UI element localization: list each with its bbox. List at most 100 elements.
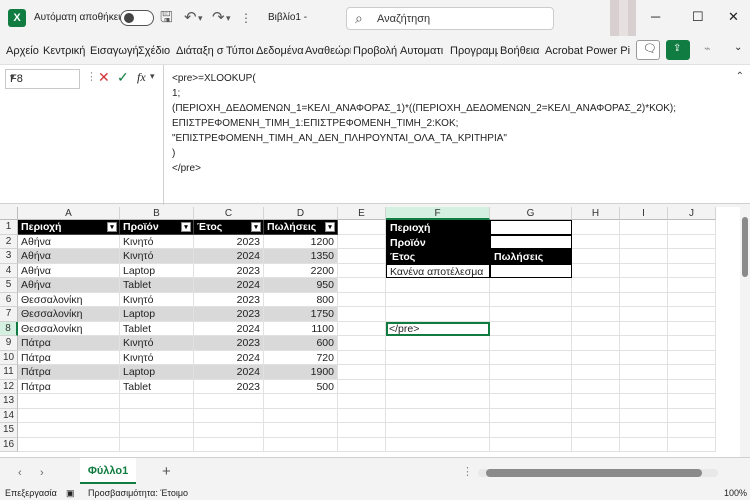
- cell[interactable]: [668, 437, 716, 452]
- cell[interactable]: [338, 365, 386, 380]
- cell[interactable]: [490, 437, 572, 452]
- row-header-10[interactable]: 10: [0, 350, 18, 365]
- cell[interactable]: [490, 307, 572, 322]
- row-header-14[interactable]: 14: [0, 408, 18, 423]
- column-header-i[interactable]: I: [620, 207, 668, 220]
- row-header-9[interactable]: 9: [0, 336, 18, 351]
- cell[interactable]: [386, 292, 490, 307]
- cell[interactable]: [18, 394, 120, 409]
- table-cell[interactable]: Κινητό: [120, 292, 194, 307]
- criteria-label-region[interactable]: Περιοχή: [386, 220, 490, 235]
- cell[interactable]: [264, 408, 338, 423]
- cell[interactable]: [264, 423, 338, 438]
- cell[interactable]: [338, 278, 386, 293]
- table-cell[interactable]: Πάτρα: [18, 336, 120, 351]
- column-header-g[interactable]: G: [490, 207, 572, 220]
- active-cell-f8[interactable]: </pre>: [386, 321, 490, 336]
- cell[interactable]: [338, 292, 386, 307]
- comments-button[interactable]: 🗨: [636, 40, 660, 60]
- table-cell[interactable]: Tablet: [120, 321, 194, 336]
- cell[interactable]: [668, 321, 716, 336]
- cell[interactable]: [620, 437, 668, 452]
- cell[interactable]: [386, 423, 490, 438]
- accessibility-status[interactable]: Προσβασιμότητα: Έτοιμο: [88, 488, 188, 498]
- cell[interactable]: [386, 365, 490, 380]
- cell[interactable]: [620, 336, 668, 351]
- row-header-7[interactable]: 7: [0, 307, 18, 322]
- column-header-f[interactable]: F: [386, 207, 490, 220]
- cell[interactable]: [120, 408, 194, 423]
- menu-developer[interactable]: Προγραμμ: [450, 45, 498, 57]
- cell[interactable]: [338, 423, 386, 438]
- cell[interactable]: [572, 336, 620, 351]
- menu-help[interactable]: Βοήθεια: [500, 45, 539, 57]
- save-icon[interactable]: 🖫: [160, 8, 173, 28]
- cell[interactable]: [668, 220, 716, 235]
- cell[interactable]: [338, 321, 386, 336]
- cell[interactable]: [120, 437, 194, 452]
- table-cell[interactable]: Κινητό: [120, 336, 194, 351]
- table-cell[interactable]: Αθήνα: [18, 263, 120, 278]
- cell[interactable]: [620, 365, 668, 380]
- cell[interactable]: [490, 423, 572, 438]
- menu-insert[interactable]: Εισαγωγή: [90, 45, 139, 57]
- cell[interactable]: [120, 394, 194, 409]
- cell[interactable]: [620, 278, 668, 293]
- cell[interactable]: [572, 234, 620, 249]
- cell[interactable]: [490, 379, 572, 394]
- table-cell[interactable]: Θεσσαλονίκη: [18, 321, 120, 336]
- criteria-label-product[interactable]: Προϊόν: [386, 234, 490, 249]
- result-header-year[interactable]: Έτος: [386, 249, 490, 264]
- menu-automate[interactable]: Αυτοματι: [400, 45, 448, 57]
- column-header-e[interactable]: E: [338, 207, 386, 220]
- cell[interactable]: [338, 249, 386, 264]
- cell[interactable]: [490, 350, 572, 365]
- next-sheet-icon[interactable]: ›: [40, 467, 44, 479]
- table-cell[interactable]: 1350: [264, 249, 338, 264]
- table-cell[interactable]: 2024: [194, 278, 264, 293]
- filter-dropdown-icon[interactable]: ▾: [181, 222, 191, 232]
- cell[interactable]: [668, 292, 716, 307]
- table-cell[interactable]: Πάτρα: [18, 365, 120, 380]
- row-header-8[interactable]: 8: [0, 321, 18, 336]
- cell[interactable]: [120, 423, 194, 438]
- spreadsheet-grid[interactable]: A B C D E F G H I J 1 2 3 4 5 6 7 8 9 10 11 12 13 14 15 16 Περιοχή…: [0, 207, 740, 457]
- cell[interactable]: [668, 234, 716, 249]
- cell[interactable]: [572, 379, 620, 394]
- table-cell[interactable]: 2024: [194, 365, 264, 380]
- table-header[interactable]: Περιοχή ▾: [18, 220, 120, 235]
- table-header[interactable]: Έτος ▾: [194, 220, 264, 235]
- cell[interactable]: [338, 234, 386, 249]
- autosave-toggle[interactable]: [120, 10, 154, 26]
- table-cell[interactable]: 950: [264, 278, 338, 293]
- cell[interactable]: [620, 307, 668, 322]
- cell[interactable]: [338, 437, 386, 452]
- table-header[interactable]: Πωλήσεις ▾: [264, 220, 338, 235]
- table-cell[interactable]: 1200: [264, 234, 338, 249]
- cell[interactable]: [338, 350, 386, 365]
- cell[interactable]: [386, 394, 490, 409]
- fx-dropdown-icon[interactable]: ▾: [150, 71, 155, 82]
- cell[interactable]: [572, 350, 620, 365]
- result-value-sales[interactable]: [490, 263, 572, 278]
- table-cell[interactable]: 2023: [194, 307, 264, 322]
- menu-review[interactable]: Αναθεώρη: [305, 45, 351, 57]
- cell[interactable]: [572, 408, 620, 423]
- row-header-15[interactable]: 15: [0, 423, 18, 438]
- cell[interactable]: [386, 307, 490, 322]
- cell[interactable]: [194, 394, 264, 409]
- cell[interactable]: [18, 437, 120, 452]
- row-header-6[interactable]: 6: [0, 292, 18, 307]
- cell[interactable]: [386, 408, 490, 423]
- table-cell[interactable]: 2024: [194, 321, 264, 336]
- table-cell[interactable]: 1750: [264, 307, 338, 322]
- cell[interactable]: [668, 336, 716, 351]
- cell[interactable]: [490, 408, 572, 423]
- table-cell[interactable]: Tablet: [120, 379, 194, 394]
- filter-dropdown-icon[interactable]: ▾: [107, 222, 117, 232]
- collapse-ribbon-icon[interactable]: ⌄: [734, 42, 742, 53]
- cell[interactable]: [668, 365, 716, 380]
- row-header-4[interactable]: 4: [0, 263, 18, 278]
- filter-dropdown-icon[interactable]: ▾: [251, 222, 261, 232]
- menu-acrobat[interactable]: Acrobat: [545, 45, 583, 57]
